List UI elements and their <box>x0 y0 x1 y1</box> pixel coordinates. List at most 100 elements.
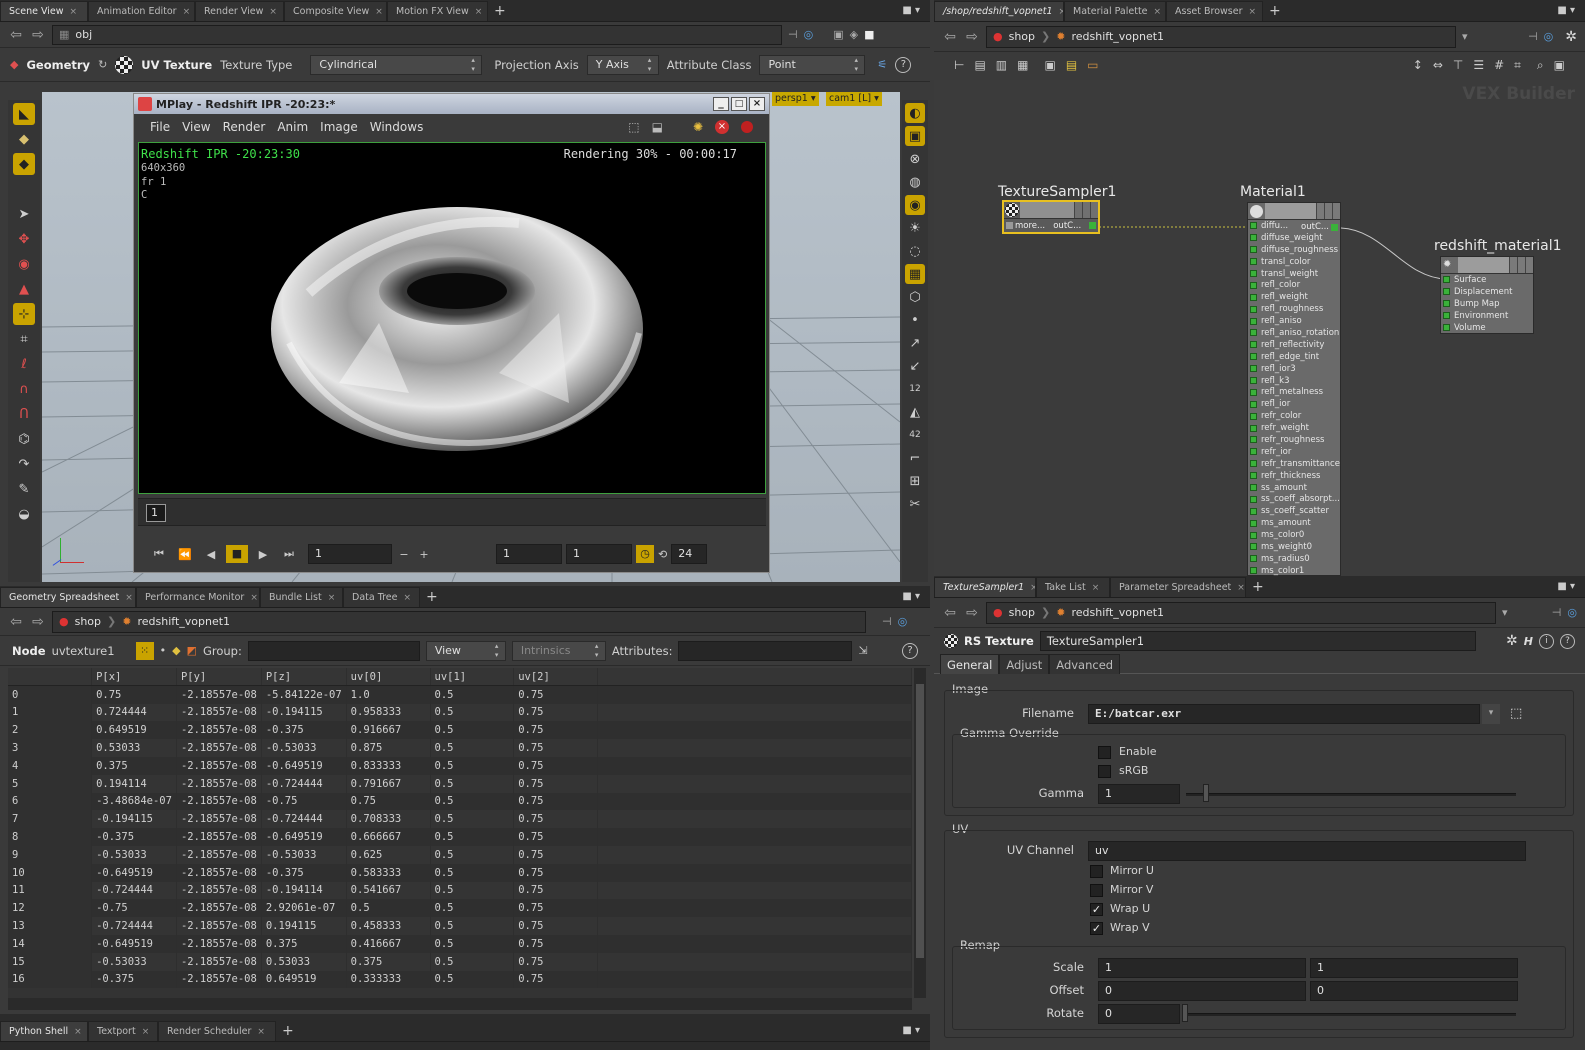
table-row[interactable]: 8 -0.375 -2.18557e-08 -0.649519 0.666667 0.5 0… <box>8 828 912 846</box>
tab-render-scheduler[interactable]: Render Scheduler × <box>158 1021 276 1041</box>
loop-icon[interactable]: ⟲ <box>658 548 667 561</box>
column-header[interactable]: P[z] <box>261 668 347 687</box>
points-icon[interactable]: • <box>905 310 925 330</box>
back-arrow-icon[interactable]: ⇦ <box>942 29 958 45</box>
minimize-button[interactable]: _ <box>713 97 729 111</box>
table-row[interactable]: 0 0.75 -2.18557e-08 -5.84122e-07 1.0 0.5 0.75 <box>8 685 912 704</box>
pane-menu-icon[interactable]: ■ ▾ <box>1547 1 1585 21</box>
attribute-class-dropdown[interactable]: Point <box>759 54 866 75</box>
range-start-input[interactable]: 1 <box>496 544 562 564</box>
crumb-vopnet[interactable]: redshift_vopnet1 <box>1071 28 1164 46</box>
lighting-icon[interactable]: ◍ <box>905 172 925 192</box>
close-icon[interactable]: × <box>269 7 277 17</box>
column-header[interactable]: uv[0] <box>346 668 431 687</box>
view-dropdown[interactable]: View <box>425 640 506 661</box>
network-canvas[interactable]: VEX Builder TextureSampler1 more... outC… <box>934 80 1585 576</box>
material-input-port[interactable]: refl_edge_tint <box>1248 351 1340 363</box>
gamma-slider-handle[interactable] <box>1203 784 1209 802</box>
tab-data-tree[interactable]: Data Tree × <box>343 587 420 607</box>
normals-icon[interactable]: ↗ <box>905 333 925 353</box>
mirror-u-checkbox[interactable] <box>1090 865 1103 878</box>
select-points-icon[interactable]: ◆ <box>13 128 35 150</box>
table-row[interactable]: 12 -0.75 -2.18557e-08 2.92061e-07 0.5 0.5 0.75 <box>8 899 912 918</box>
menu-view[interactable]: View <box>182 120 210 134</box>
table-row[interactable]: 16 -0.375 -2.18557e-08 0.649519 0.333333 0.5 0… <box>8 970 912 989</box>
table-row[interactable]: 2 0.649519 -2.18557e-08 -0.375 0.916667 0.5 0.… <box>8 721 912 740</box>
network-box-icon[interactable]: ▭ <box>1087 58 1098 72</box>
table-row[interactable]: 14 -0.649519 -2.18557e-08 0.375 0.416667 0.5 0… <box>8 934 912 953</box>
close-icon[interactable]: × <box>74 1027 82 1037</box>
forward-arrow-icon[interactable]: ⇨ <box>30 614 46 630</box>
material-input-port[interactable]: refl_k3 <box>1248 375 1340 387</box>
table-row[interactable]: 15 -0.53033 -2.18557e-08 0.53033 0.375 0.5 0.7… <box>8 952 912 971</box>
add-tab-button[interactable]: + <box>1263 1 1287 21</box>
mirror-v-checkbox[interactable] <box>1090 884 1103 897</box>
crumb-shop[interactable]: shop <box>1009 28 1035 46</box>
detail-mode-icon[interactable]: ◩ <box>187 644 197 657</box>
attributes-input[interactable] <box>678 640 853 661</box>
light-icon[interactable]: ☀ <box>905 218 925 238</box>
wrap-v-checkbox[interactable]: ✓ <box>1090 922 1103 935</box>
tab-asset-browser[interactable]: Asset Browser × <box>1166 1 1263 21</box>
link-icon[interactable]: ◎ <box>1544 30 1554 43</box>
zoom-icon[interactable]: ⌕ <box>1537 58 1544 73</box>
points-mode-icon[interactable]: ⁙ <box>135 641 154 660</box>
close-icon[interactable]: × <box>257 1027 265 1037</box>
pane-menu-icon[interactable]: ■ ▾ <box>892 1 930 21</box>
close-icon[interactable]: × <box>1154 7 1162 17</box>
help-icon[interactable]: ? <box>895 56 912 73</box>
handle-tool-icon[interactable]: ⊹ <box>13 303 35 325</box>
material-input-port[interactable]: ms_weight0 <box>1248 541 1340 553</box>
table-row[interactable]: 1 0.724444 -2.18557e-08 -0.194115 0.958333 0.… <box>8 703 912 722</box>
intrinsics-dropdown[interactable]: Intrinsics <box>511 640 606 661</box>
help-icon[interactable]: ? <box>1560 633 1575 649</box>
rotate-input[interactable]: 0 <box>1098 1004 1180 1024</box>
offset-y-input[interactable]: 0 <box>1310 981 1518 1001</box>
primitives-mode-icon[interactable]: ◆ <box>172 644 180 657</box>
scale-x-input[interactable]: 1 <box>1098 958 1306 978</box>
display-icon[interactable]: ▣ <box>1044 58 1055 72</box>
tab-python-shell[interactable]: Python Shell × <box>0 1021 88 1041</box>
snapshot-icon[interactable]: ◈ <box>850 28 858 41</box>
column-header[interactable]: uv[2] <box>513 668 598 687</box>
play-reverse-icon[interactable]: ◀ <box>200 548 222 561</box>
material-input-port[interactable]: transl_weight <box>1248 268 1340 280</box>
tab-animation-editor[interactable]: Animation Editor × <box>88 1 195 21</box>
pin-icon[interactable]: ⊣ <box>1552 606 1562 619</box>
texture-type-dropdown[interactable]: Cylindrical <box>310 54 483 75</box>
close-button[interactable]: × <box>749 97 765 111</box>
close-icon[interactable]: × <box>250 593 258 603</box>
view-tool-icon[interactable]: ⌬ <box>13 428 35 450</box>
add-tab-button[interactable]: + <box>420 587 444 607</box>
output-node[interactable]: ✹ Surface Displacement Bump Map Environment… <box>1440 256 1534 334</box>
material-input-port[interactable]: diffuse_weight <box>1248 232 1340 244</box>
tab-performance-monitor[interactable]: Performance Monitor × <box>136 587 260 607</box>
backface-icon[interactable]: ⬡ <box>905 287 925 307</box>
path-dropdown-icon[interactable]: ▾ <box>1502 606 1508 619</box>
gamma-input[interactable]: 1 <box>1098 784 1180 804</box>
vectors-icon[interactable]: ↙ <box>905 356 925 376</box>
crumb-vopnet[interactable]: redshift_vopnet1 <box>137 613 230 631</box>
align-horizontal-icon[interactable]: ⇔ <box>1433 58 1443 72</box>
vertices-mode-icon[interactable]: • <box>160 644 167 657</box>
cam-menu[interactable]: cam1 [L] ▾ <box>826 92 882 106</box>
file-chooser-icon[interactable]: ⬚ <box>1510 706 1522 721</box>
menu-anim[interactable]: Anim <box>277 120 308 134</box>
tab-material-palette[interactable]: Material Palette × <box>1064 1 1166 21</box>
pose-tool-icon[interactable]: ⌗ <box>13 328 35 350</box>
move-tool-icon[interactable]: ✥ <box>13 228 35 250</box>
material-input-port[interactable]: refr_transmittance <box>1248 458 1340 470</box>
enable-checkbox[interactable] <box>1098 746 1111 759</box>
link-icon[interactable]: ◎ <box>804 28 814 41</box>
table-row[interactable]: 6 -3.48684e-07 -2.18557e-08 -0.75 0.75 0.5 0.7… <box>8 792 912 811</box>
timeline-strip[interactable]: 1 <box>138 498 766 526</box>
close-icon[interactable]: × <box>475 7 483 17</box>
table-row[interactable]: 4 0.375 -2.18557e-08 -0.649519 0.833333 0.5 0.… <box>8 756 912 775</box>
menu-file[interactable]: File <box>150 120 170 134</box>
wrap-u-checkbox[interactable]: ✓ <box>1090 903 1103 916</box>
params-path-field[interactable]: ● shop ❯ ✹ redshift_vopnet1 <box>986 601 1496 624</box>
spreadsheet-table-wrap[interactable]: P[x] P[y] P[z] uv[0] uv[1] uv[2] 0 0.75 -2.1855… <box>8 668 912 998</box>
tab-bundle-list[interactable]: Bundle List × <box>260 587 343 607</box>
paint-tool-icon[interactable]: ✎ <box>13 478 35 500</box>
uv-channel-input[interactable]: uv <box>1088 841 1526 861</box>
